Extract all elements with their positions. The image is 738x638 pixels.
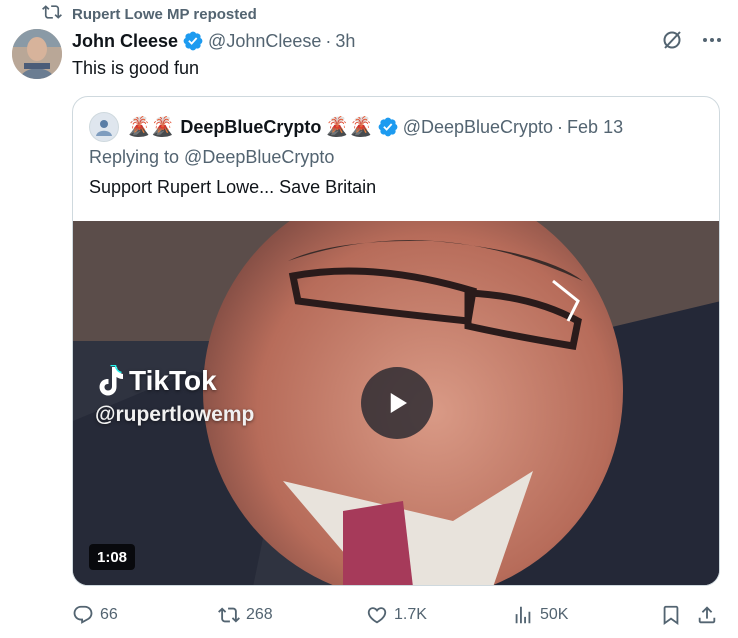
reply-icon bbox=[73, 605, 93, 624]
tiktok-logo-icon bbox=[99, 365, 123, 396]
tiktok-brand-text: TikTok bbox=[129, 365, 217, 396]
repost-button[interactable]: 268 bbox=[218, 604, 273, 626]
reply-button[interactable]: 66 bbox=[72, 604, 118, 626]
video-duration: 1:08 bbox=[89, 544, 136, 570]
verified-badge-icon bbox=[378, 117, 398, 137]
repost-text: Rupert Lowe MP reposted bbox=[72, 5, 257, 23]
repost-count: 268 bbox=[246, 606, 273, 623]
play-icon bbox=[390, 393, 407, 413]
like-button[interactable]: 1.7K bbox=[366, 604, 427, 626]
repost-indicator[interactable]: Rupert Lowe MP reposted bbox=[42, 4, 257, 24]
timestamp[interactable]: 3h bbox=[335, 31, 355, 52]
separator: · bbox=[557, 116, 564, 137]
action-bar: 66 268 1.7K 50K bbox=[72, 600, 720, 630]
reply-count: 66 bbox=[100, 606, 118, 623]
avatar[interactable] bbox=[12, 29, 62, 79]
share-icon bbox=[698, 606, 716, 624]
tiktok-watermark: TikTok @rupertlowemp bbox=[95, 365, 254, 427]
play-button[interactable] bbox=[361, 367, 433, 439]
quote-date[interactable]: Feb 13 bbox=[567, 117, 623, 138]
volcano-emoji-icon: 🌋🌋 bbox=[127, 117, 175, 138]
handle[interactable]: @JohnCleese bbox=[208, 31, 321, 52]
quoted-tweet[interactable]: 🌋🌋 DeepBlueCrypto 🌋🌋 @DeepBlueCrypto · F… bbox=[72, 96, 720, 586]
verified-badge-icon bbox=[183, 31, 203, 51]
tiktok-handle: @rupertlowemp bbox=[95, 403, 255, 426]
separator: · bbox=[325, 30, 332, 51]
volcano-emoji-icon: 🌋🌋 bbox=[325, 117, 373, 138]
like-count: 1.7K bbox=[394, 606, 427, 623]
view-count: 50K bbox=[540, 606, 569, 623]
quote-header: 🌋🌋 DeepBlueCrypto 🌋🌋 @DeepBlueCrypto · F… bbox=[89, 112, 623, 142]
tweet-text: This is good fun bbox=[72, 58, 200, 78]
analytics-icon bbox=[515, 606, 531, 624]
repost-icon bbox=[218, 607, 240, 623]
bookmark-button[interactable] bbox=[660, 604, 682, 626]
tweet-header: John Cleese @JohnCleese · 3h bbox=[72, 29, 355, 53]
bookmark-icon bbox=[663, 605, 679, 626]
quote-display-name[interactable]: DeepBlueCrypto bbox=[180, 117, 321, 138]
grok-icon[interactable] bbox=[660, 28, 684, 57]
replying-to: Replying to @DeepBlueCrypto bbox=[89, 147, 335, 167]
more-icon[interactable] bbox=[700, 28, 724, 57]
quote-handle[interactable]: @DeepBlueCrypto bbox=[403, 117, 553, 138]
heart-icon bbox=[367, 607, 387, 624]
quote-text: Support Rupert Lowe... Save Britain bbox=[89, 177, 377, 197]
share-button[interactable] bbox=[696, 604, 718, 626]
quote-avatar[interactable] bbox=[89, 112, 119, 142]
top-actions bbox=[660, 28, 724, 57]
views-button[interactable]: 50K bbox=[512, 604, 568, 626]
repost-icon bbox=[42, 2, 62, 26]
video-player[interactable]: TikTok @rupertlowemp 1:08 bbox=[73, 221, 719, 585]
display-name[interactable]: John Cleese bbox=[72, 31, 178, 52]
